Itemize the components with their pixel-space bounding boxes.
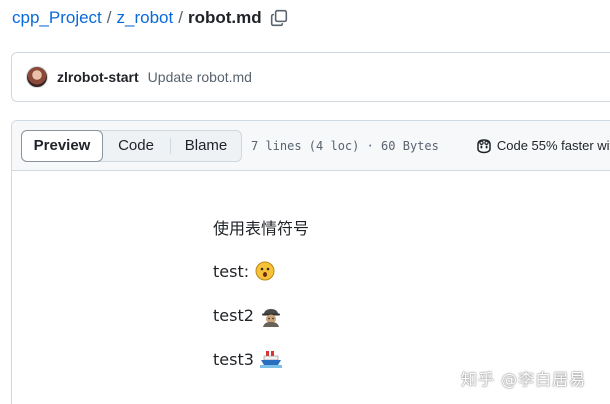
markdown-line-text: test2 <box>213 305 254 325</box>
breadcrumb-current-file: robot.md <box>187 8 262 27</box>
tab-code[interactable]: Code <box>102 131 170 161</box>
breadcrumb-repo-link[interactable]: cpp_Project <box>12 8 102 28</box>
file-viewer: Preview Code Blame 7 lines (4 loc) · 60 … <box>11 120 610 404</box>
copilot-promo-text: Code 55% faster wit <box>496 138 610 153</box>
astonished-face-emoji-icon <box>255 261 275 281</box>
copy-path-icon[interactable] <box>270 9 288 27</box>
markdown-paragraph: 使用表情符号 <box>213 205 309 249</box>
markdown-paragraph: test3 <box>213 337 309 381</box>
commit-author-link[interactable]: zlrobot-start <box>57 69 139 85</box>
breadcrumb-folder-link[interactable]: z_robot <box>117 8 174 28</box>
ship-emoji-icon <box>259 349 282 369</box>
tab-blame[interactable]: Blame <box>171 131 241 161</box>
file-size-info: 7 lines (4 loc) · 60 Bytes <box>251 138 439 153</box>
breadcrumb: cpp_Project / z_robot / robot.md <box>12 6 288 30</box>
watermark: 知乎 @李白居易 <box>461 370 587 389</box>
file-header: Preview Code Blame 7 lines (4 loc) · 60 … <box>12 121 610 171</box>
copilot-promo-link[interactable]: Code 55% faster wit <box>475 138 610 154</box>
markdown-paragraph: test: <box>213 249 309 293</box>
latest-commit-bar: zlrobot-start Update robot.md <box>11 52 610 102</box>
copilot-icon <box>475 138 493 154</box>
view-mode-segmented-control: Preview Code Blame <box>21 129 242 162</box>
breadcrumb-separator: / <box>106 8 112 27</box>
markdown-line-text: test: <box>213 261 250 281</box>
commit-message-link[interactable]: Update robot.md <box>148 69 252 85</box>
avatar[interactable] <box>26 66 48 88</box>
markdown-paragraph: test2 <box>213 293 309 337</box>
detective-emoji-icon <box>260 305 280 327</box>
tab-preview[interactable]: Preview <box>21 129 103 162</box>
markdown-line-text: test3 <box>213 349 254 369</box>
markdown-heading-text: 使用表情符号 <box>213 219 310 238</box>
markdown-body: 使用表情符号 test: test2 test3 <box>213 205 309 381</box>
breadcrumb-separator: / <box>178 8 183 27</box>
